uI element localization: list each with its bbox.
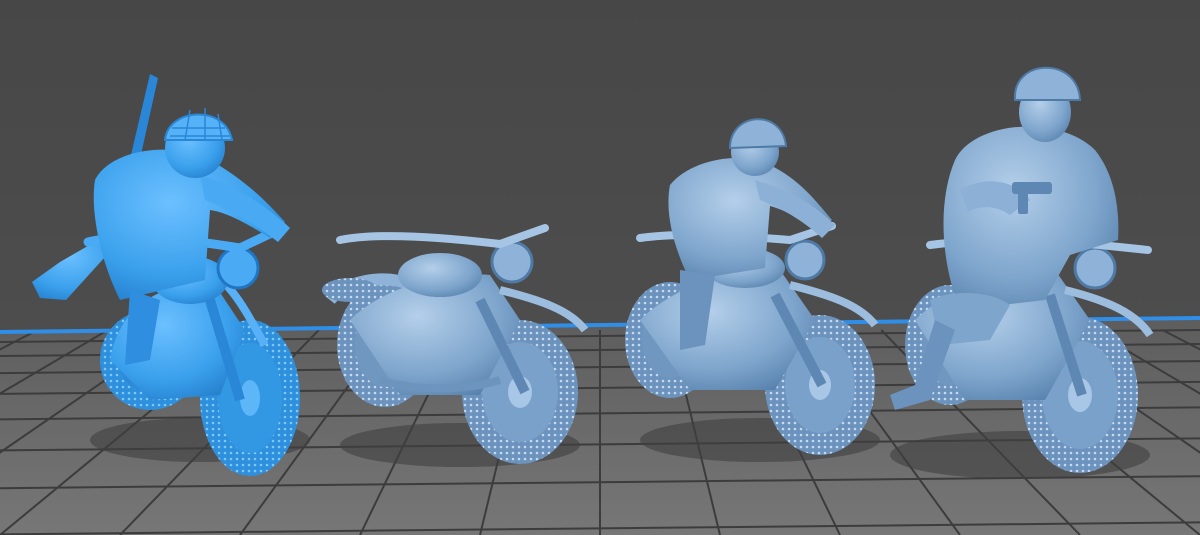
scene-canvas[interactable]: [0, 0, 1200, 535]
3d-viewport[interactable]: [0, 0, 1200, 535]
